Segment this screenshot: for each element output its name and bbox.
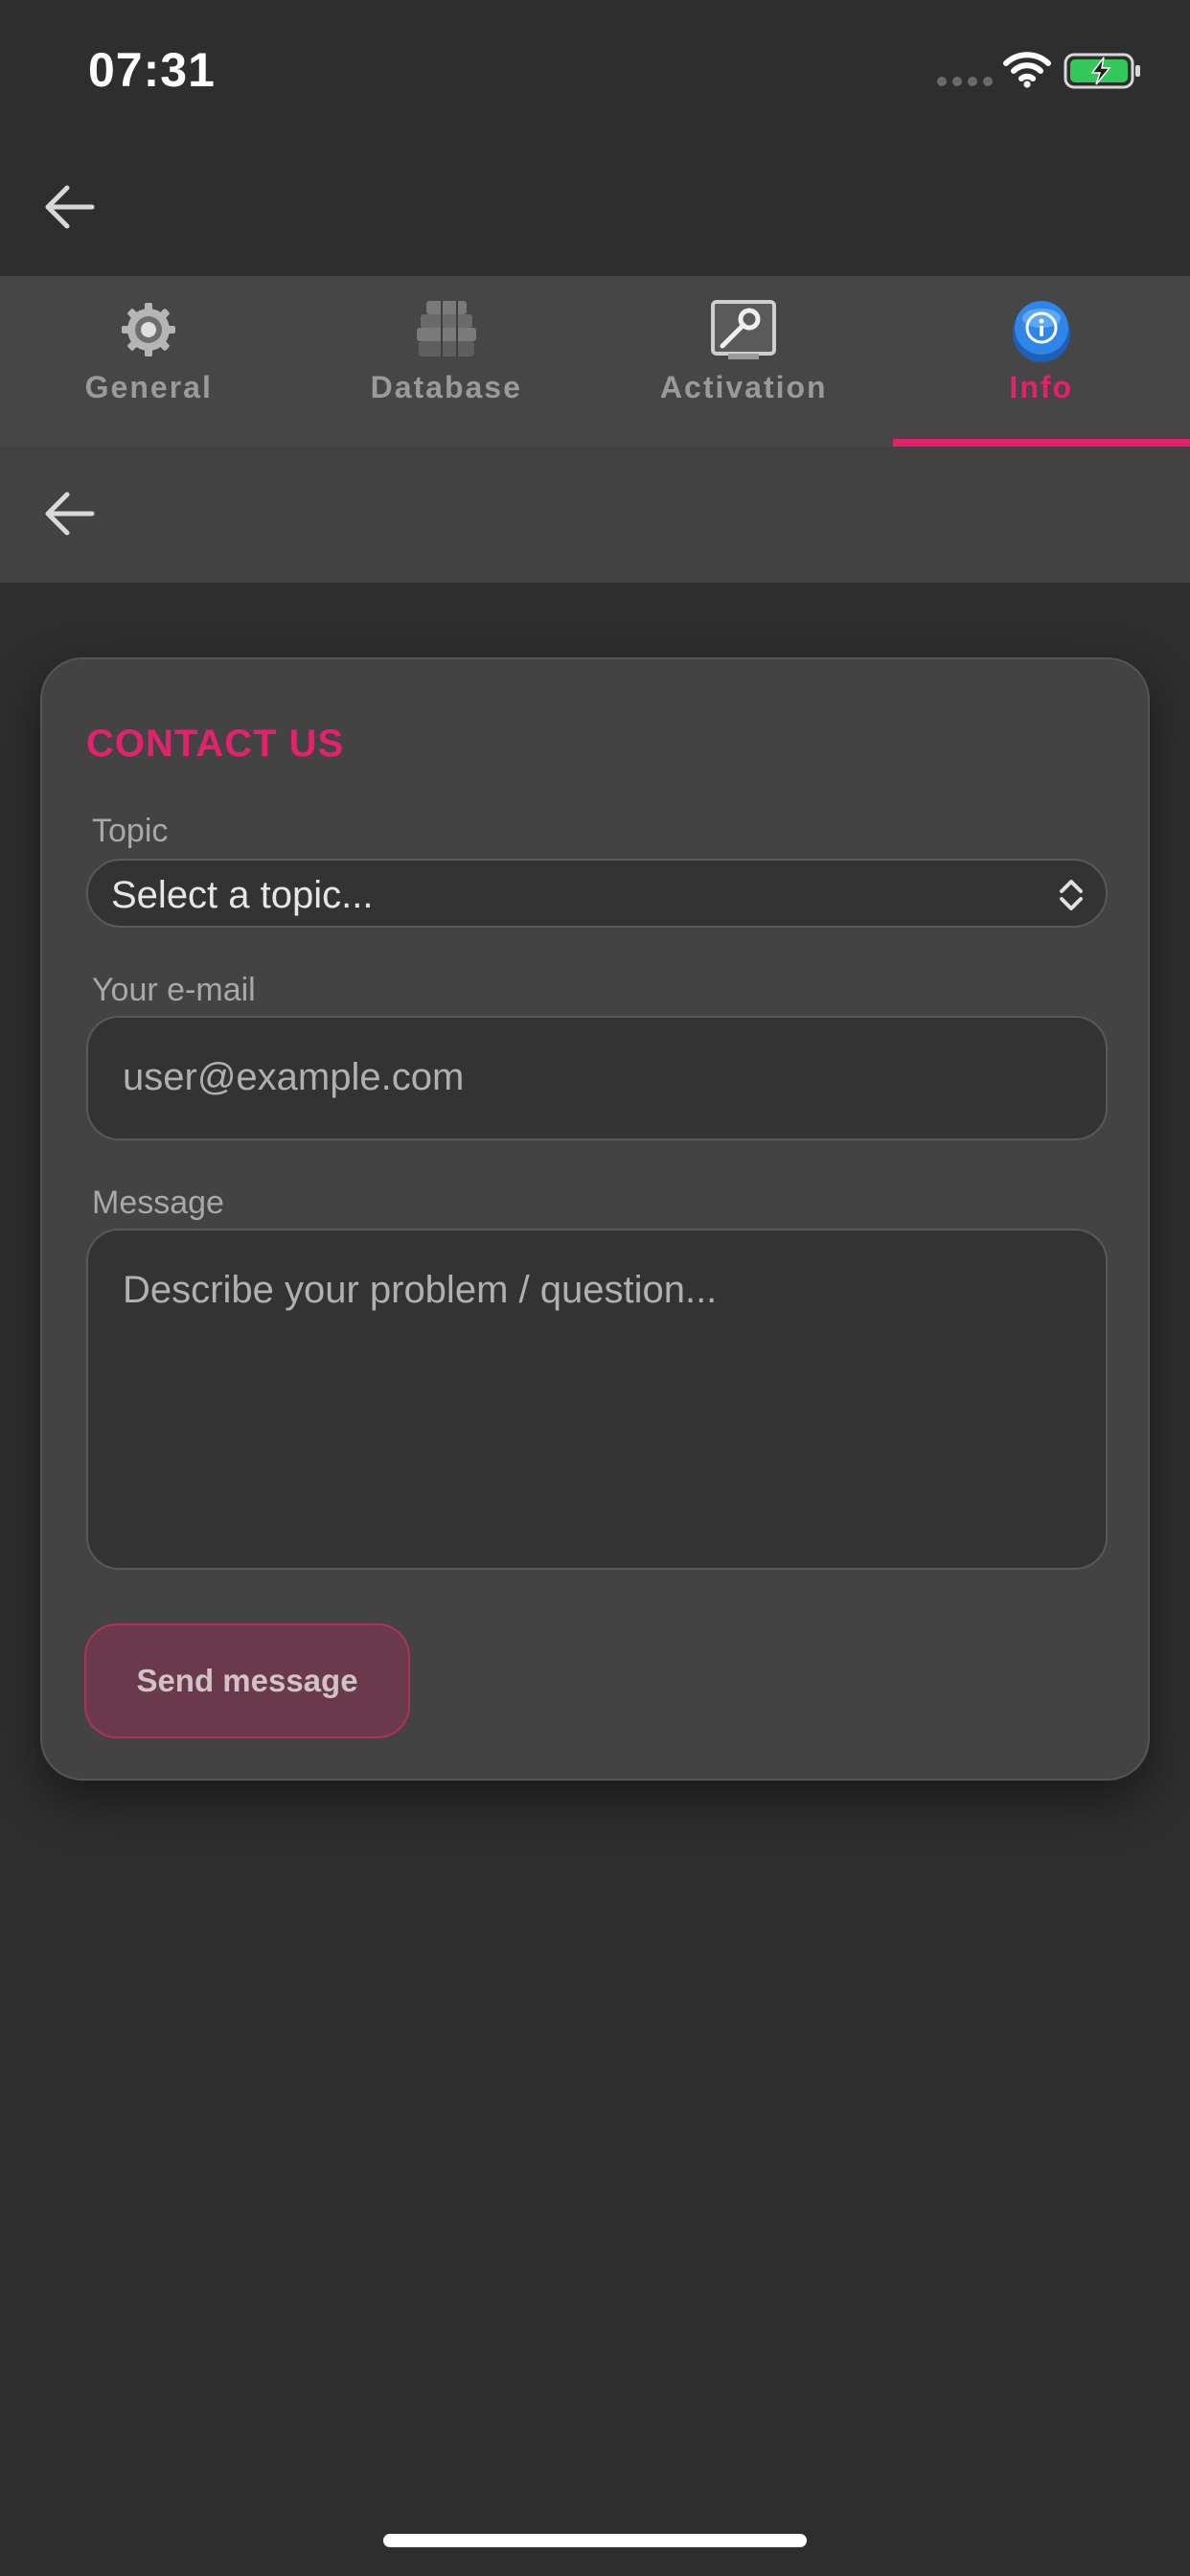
message-label: Message: [92, 1184, 224, 1221]
message-placeholder: Describe your problem / question...: [123, 1269, 718, 1311]
tab-label: Database: [370, 370, 522, 404]
status-time: 07:31: [88, 43, 216, 97]
status-bar: 07:31: [0, 0, 1190, 144]
email-field[interactable]: user@example.com: [86, 1016, 1108, 1140]
send-message-button[interactable]: Send message: [84, 1623, 410, 1738]
key-monitor-icon: [709, 295, 778, 364]
active-tab-indicator: [892, 439, 1190, 447]
home-indicator[interactable]: [383, 2534, 807, 2547]
tab-label: Info: [1009, 370, 1074, 404]
sub-navigation-bar: [0, 447, 1190, 583]
battery-charging-icon: [1064, 53, 1140, 89]
chevron-up-down-icon: [1060, 880, 1083, 910]
arrow-left-icon: [45, 185, 95, 229]
topic-select[interactable]: Select a topic...: [86, 859, 1108, 928]
arrow-left-icon: [45, 492, 95, 536]
wifi-icon: [1003, 52, 1051, 88]
database-icon: [412, 295, 481, 364]
tab-database[interactable]: Database: [298, 276, 596, 447]
tab-label: General: [84, 370, 213, 404]
info-icon: [1007, 295, 1076, 364]
message-field[interactable]: Describe your problem / question...: [86, 1229, 1108, 1570]
send-message-label: Send message: [136, 1663, 358, 1698]
contact-screen: 07:31 General Database Activation Info C…: [0, 0, 1190, 2576]
tab-activation[interactable]: Activation: [595, 276, 893, 447]
tab-info[interactable]: Info: [892, 276, 1190, 447]
cellular-signal-icon: [937, 77, 993, 86]
tab-bar: General Database Activation Info: [0, 276, 1190, 447]
tab-general[interactable]: General: [0, 276, 298, 447]
email-placeholder: user@example.com: [123, 1056, 465, 1098]
back-button[interactable]: [31, 169, 107, 245]
contact-card: CONTACT US Topic Select a topic... Your …: [40, 657, 1150, 1781]
sub-back-button[interactable]: [31, 475, 107, 552]
topic-select-value: Select a topic...: [111, 874, 374, 916]
gear-icon: [114, 295, 183, 364]
top-app-bar: [0, 144, 1190, 276]
card-title: CONTACT US: [86, 723, 345, 765]
email-label: Your e-mail: [92, 972, 256, 1008]
tab-label: Activation: [659, 370, 828, 404]
topic-label: Topic: [92, 813, 169, 849]
